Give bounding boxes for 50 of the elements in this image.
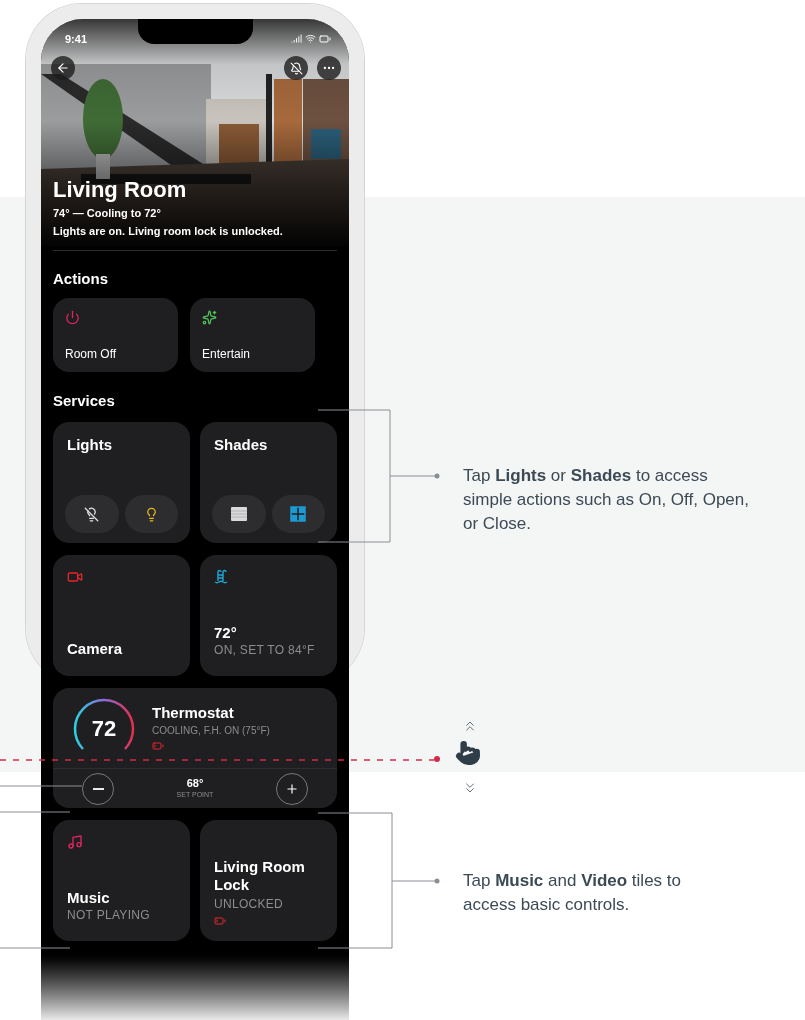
tile-status: ON, SET TO 84°F [214,642,316,658]
section-heading: Actions [53,270,109,288]
setpoint-value: 68° [186,777,204,790]
hand-pointer-icon [455,740,481,766]
callout-text: Tap Music and Video tiles to access basic controls. [463,870,682,916]
tile-title: Music [67,889,111,907]
tile-title: Shades [214,436,269,454]
lights-on-button[interactable] [124,495,178,533]
pool-ladder-icon [214,569,230,585]
bell-off-icon [289,61,303,75]
lights-off-button[interactable] [65,495,119,533]
tile-status: UNLOCKED [214,896,285,912]
video-camera-icon [67,569,83,585]
tile-status: NOT PLAYING [67,907,151,923]
music-note-icon [67,834,83,850]
action-tile[interactable]: Entertain [190,298,315,372]
camera-tile[interactable]: Camera [53,555,190,676]
window-icon [290,506,307,522]
tile-title: Camera [67,640,124,658]
shade-open-button[interactable] [271,495,325,533]
tile-title: Living Room Lock [214,858,306,894]
music-tile[interactable]: Music NOT PLAYING [53,820,190,941]
battery-icon [214,915,226,927]
lock-tile[interactable]: Living Room Lock UNLOCKED [200,820,337,941]
tile-status: COOLING, F.H. ON (75°F) [152,724,270,738]
room-title: Living Room [53,176,188,204]
battery-status-icon [319,33,331,45]
blind-icon [230,507,247,521]
minus-icon [92,787,104,790]
wifi-icon [305,33,316,44]
callout-text: Tap Lights or Shades to access simple actions such as On, Off, Open, or Close. [463,465,750,535]
action-tile[interactable]: Room Off [53,298,178,372]
plus-icon [285,781,299,796]
shades-tile[interactable]: Shades [200,422,337,543]
power-icon [65,310,80,325]
lightbulb-off-icon [84,506,100,522]
section-heading: Services [53,392,116,410]
lights-tile[interactable]: Lights [53,422,190,543]
battery-icon [152,740,164,752]
shade-close-button[interactable] [212,495,266,533]
tile-title: Thermostat [152,704,235,722]
sparkles-icon [202,310,217,325]
signal-icon [291,33,302,44]
room-summary: Lights are on. Living room lock is unlocked. [53,224,283,239]
status-time: 9:41 [65,32,88,47]
climate-status: 74° — Cooling to 72° [53,206,162,221]
tile-title: 72° [214,624,238,642]
current-temperature: 72 [91,714,117,743]
tile-title: Lights [67,436,113,454]
pool-tile[interactable]: 72° ON, SET TO 84°F [200,555,337,676]
